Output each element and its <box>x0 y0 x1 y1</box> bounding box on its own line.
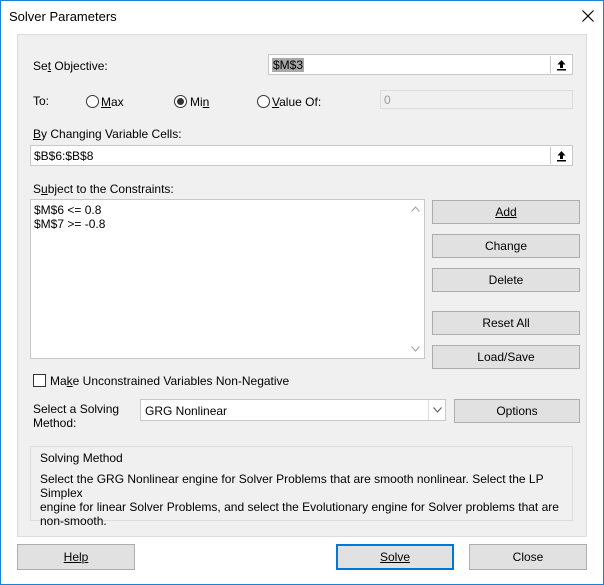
value-of-label: Value Of: <box>272 95 322 109</box>
min-radio[interactable] <box>174 95 187 108</box>
title-bar: Solver Parameters <box>1 1 603 31</box>
close-button[interactable]: Close <box>469 544 587 570</box>
chevron-down-icon <box>432 407 442 413</box>
objective-field[interactable]: $M$3 <box>268 54 573 75</box>
scroll-up-icon[interactable] <box>411 206 420 212</box>
changing-label: By Changing Variable Cells: <box>33 127 182 141</box>
constraints-list[interactable]: $M$6 <= 0.8 $M$7 >= -0.8 <box>30 199 425 359</box>
list-item[interactable]: $M$6 <= 0.8 <box>34 203 101 217</box>
solving-method-select[interactable]: GRG Nonlinear <box>140 399 446 421</box>
list-item[interactable]: $M$7 >= -0.8 <box>34 217 105 231</box>
min-label: Min <box>190 95 210 109</box>
to-label: To: <box>33 94 50 108</box>
collapse-dialog-icon <box>556 59 566 70</box>
constraints-label: Subject to the Constraints: <box>33 182 174 196</box>
solving-method-label-2: Method: <box>33 416 77 430</box>
nonneg-label: Make Unconstrained Variables Non-Negativ… <box>50 374 290 388</box>
changing-collapse-button[interactable] <box>550 147 571 164</box>
changing-field[interactable]: $B$6:$B$8 <box>30 145 573 166</box>
objective-collapse-button[interactable] <box>550 56 571 73</box>
value-of-radio[interactable] <box>257 95 270 108</box>
max-radio[interactable] <box>86 95 99 108</box>
close-window-button[interactable] <box>573 1 603 31</box>
solving-method-label-1: Select a Solving <box>33 402 120 416</box>
load-save-button[interactable]: Load/Save <box>432 345 580 369</box>
dropdown-button[interactable] <box>428 400 445 420</box>
objective-value: $M$3 <box>272 58 305 72</box>
list-scrollbar[interactable] <box>407 200 424 358</box>
value-of-field[interactable]: 0 <box>380 90 573 109</box>
solve-button[interactable]: Solve <box>336 544 454 570</box>
info-text: Select the GRG Nonlinear engine for Solv… <box>40 472 559 528</box>
value-of-text: 0 <box>384 93 391 107</box>
add-button[interactable]: Add <box>432 200 580 224</box>
scroll-down-icon[interactable] <box>411 346 420 352</box>
window-title: Solver Parameters <box>9 9 117 24</box>
close-icon <box>582 10 594 22</box>
max-label: Max <box>101 95 124 109</box>
info-heading: Solving Method <box>40 451 123 465</box>
reset-all-button[interactable]: Reset All <box>432 311 580 335</box>
objective-label: Set Objective: <box>33 59 108 73</box>
solving-method-info: Solving Method Select the GRG Nonlinear … <box>30 446 573 528</box>
delete-button[interactable]: Delete <box>432 268 580 292</box>
changing-value: $B$6:$B$8 <box>34 149 94 163</box>
help-button[interactable]: Help <box>17 544 135 570</box>
solving-method-value: GRG Nonlinear <box>145 404 228 418</box>
options-button[interactable]: Options <box>454 399 580 423</box>
change-button[interactable]: Change <box>432 234 580 258</box>
radio-selected-dot <box>177 98 184 105</box>
nonneg-checkbox[interactable] <box>33 374 46 387</box>
collapse-dialog-icon <box>556 150 566 161</box>
